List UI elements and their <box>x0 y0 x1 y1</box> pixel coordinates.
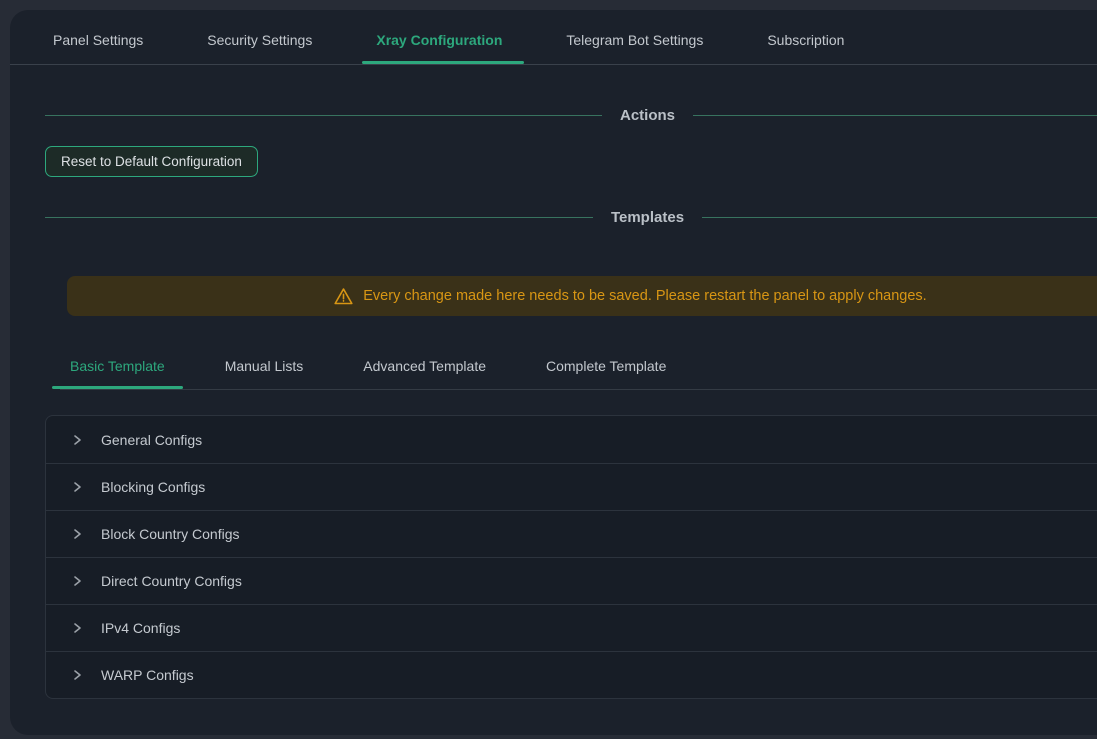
divider-line <box>45 217 593 218</box>
chevron-right-icon <box>71 575 83 587</box>
collapse-item-direct-country-configs[interactable]: Direct Country Configs <box>46 557 1097 604</box>
template-tabbar: Basic Template Manual Lists Advanced Tem… <box>60 356 1097 390</box>
chevron-right-icon <box>71 669 83 681</box>
collapse-item-label: IPv4 Configs <box>101 620 180 636</box>
tab-basic-template[interactable]: Basic Template <box>60 356 175 376</box>
chevron-right-icon <box>71 434 83 446</box>
divider-line <box>45 115 602 116</box>
tab-telegram-bot-settings[interactable]: Telegram Bot Settings <box>558 30 711 50</box>
actions-section-divider: Actions <box>10 107 1097 124</box>
collapse-item-label: General Configs <box>101 432 202 448</box>
tab-xray-configuration[interactable]: Xray Configuration <box>368 30 510 50</box>
collapse-item-general-configs[interactable]: General Configs <box>46 416 1097 463</box>
restart-warning-alert: Every change made here needs to be saved… <box>67 276 1097 316</box>
collapse-item-warp-configs[interactable]: WARP Configs <box>46 651 1097 698</box>
divider-line <box>693 115 1097 116</box>
divider-line <box>702 217 1097 218</box>
tab-complete-template[interactable]: Complete Template <box>536 356 676 376</box>
collapse-item-label: Block Country Configs <box>101 526 240 542</box>
collapse-item-label: WARP Configs <box>101 667 194 683</box>
chevron-right-icon <box>71 622 83 634</box>
xray-configuration-page: { "header_tabs": { "items": [ { "label":… <box>0 0 1097 739</box>
reset-to-default-button[interactable]: Reset to Default Configuration <box>45 146 258 177</box>
config-collapse-list: General Configs Blocking Configs Block C… <box>45 415 1097 699</box>
tab-manual-lists[interactable]: Manual Lists <box>215 356 314 376</box>
settings-tabbar: Panel Settings Security Settings Xray Co… <box>10 10 1097 65</box>
templates-section-divider: Templates <box>10 209 1097 226</box>
warning-triangle-icon <box>333 286 354 307</box>
settings-card: Panel Settings Security Settings Xray Co… <box>10 10 1097 735</box>
collapse-item-label: Direct Country Configs <box>101 573 242 589</box>
chevron-right-icon <box>71 481 83 493</box>
collapse-item-label: Blocking Configs <box>101 479 205 495</box>
tab-security-settings[interactable]: Security Settings <box>199 30 320 50</box>
collapse-item-blocking-configs[interactable]: Blocking Configs <box>46 463 1097 510</box>
warning-message: Every change made here needs to be saved… <box>363 288 926 304</box>
templates-section-title: Templates <box>611 209 684 226</box>
actions-section-title: Actions <box>620 107 675 124</box>
tab-advanced-template[interactable]: Advanced Template <box>353 356 496 376</box>
tab-subscription[interactable]: Subscription <box>759 30 852 50</box>
tab-panel-settings[interactable]: Panel Settings <box>45 30 151 50</box>
chevron-right-icon <box>71 528 83 540</box>
collapse-item-ipv4-configs[interactable]: IPv4 Configs <box>46 604 1097 651</box>
collapse-item-block-country-configs[interactable]: Block Country Configs <box>46 510 1097 557</box>
